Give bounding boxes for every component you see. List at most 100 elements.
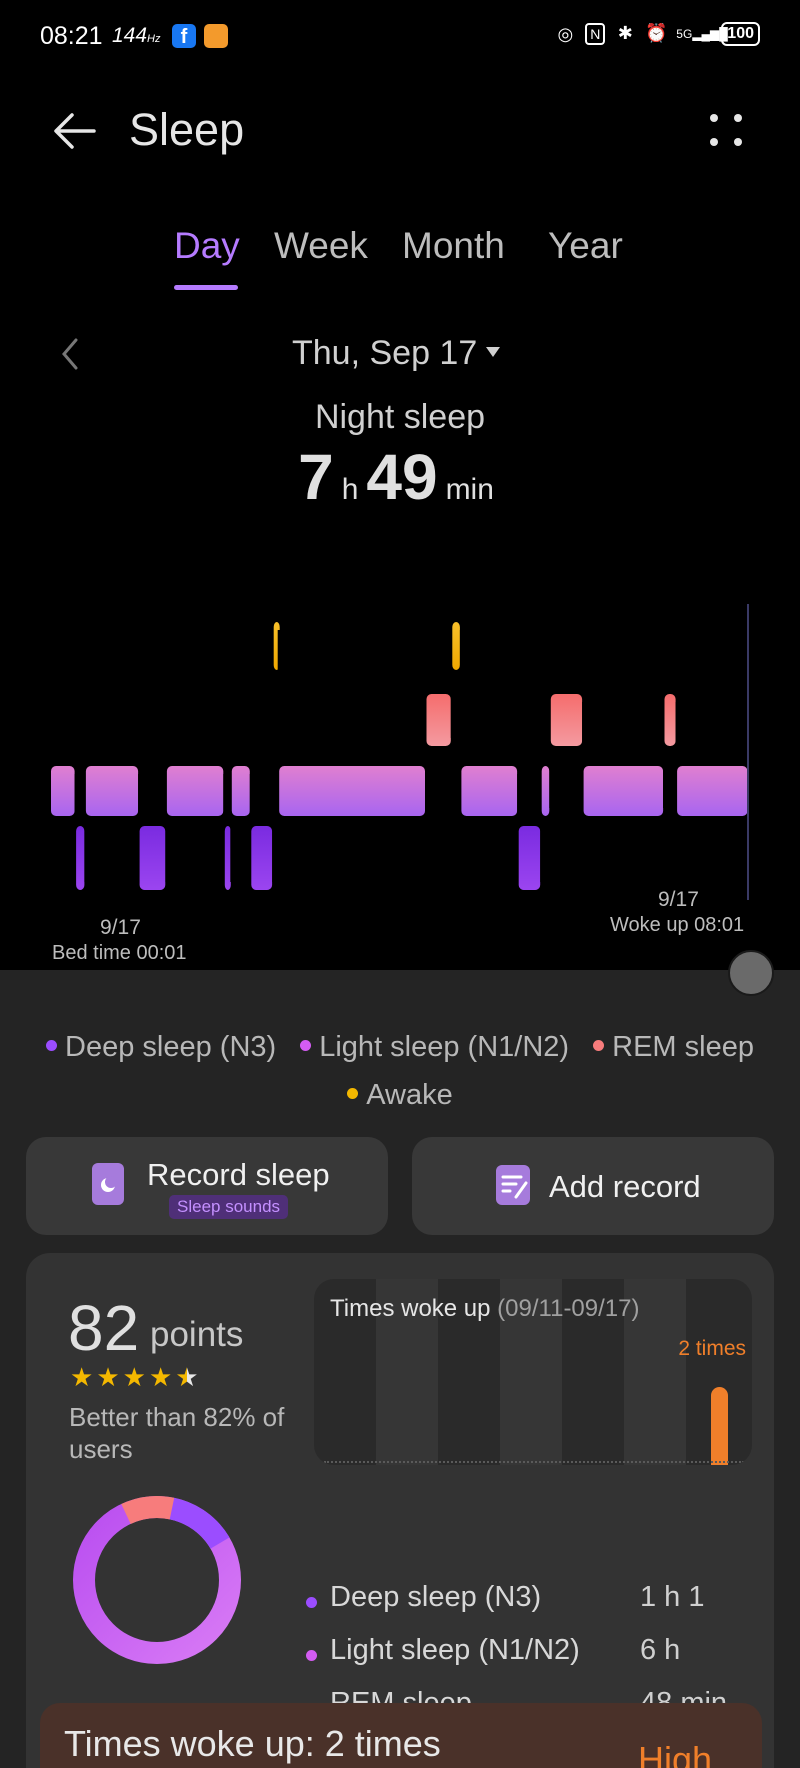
stage-row-light: Light sleep (N1/N2) 6 h	[306, 1634, 746, 1674]
period-tabs: Day Week Month Year	[0, 225, 800, 295]
times-woke-up-banner[interactable]: Times woke up: 2 times High	[40, 1703, 762, 1768]
tab-month[interactable]: Month	[402, 225, 505, 267]
caret-down-icon[interactable]	[486, 347, 500, 357]
bed-date: 9/17	[100, 916, 141, 939]
legend-light: Light sleep (N1/N2)	[300, 1023, 569, 1071]
times-woke-up-title: Times woke up (09/11-09/17)	[330, 1295, 640, 1322]
moon-phone-icon	[92, 1163, 124, 1205]
app-bar: Sleep	[0, 90, 800, 170]
duration-hours-unit: h	[341, 473, 359, 506]
facebook-notification-icon: f	[172, 24, 196, 48]
segment-light	[461, 766, 518, 816]
segment-light	[231, 766, 250, 816]
times-woke-up-value: 2 times	[678, 1337, 746, 1360]
chart-scrubber-handle[interactable]	[728, 950, 774, 996]
back-arrow-icon[interactable]	[50, 106, 100, 156]
half-star-icon: ★	[175, 1363, 199, 1393]
legend-deep: Deep sleep (N3)	[46, 1023, 276, 1071]
deep-sleep-value: 1 h 1	[640, 1581, 705, 1613]
times-woke-up-bar	[711, 1387, 728, 1465]
sleep-stage-chart[interactable]: 9/17 Bed time 00:01 9/17 Woke up 08:01	[0, 600, 800, 970]
wake-time: Woke up 08:01	[610, 914, 745, 936]
deep-dot-icon	[46, 1039, 58, 1051]
status-icons: ◎ N ✱ ⏰ 5G▂▄▆█ 100	[554, 22, 760, 46]
hypnogram-svg	[51, 604, 749, 900]
star-icon: ★	[70, 1363, 94, 1393]
alarm-icon: ⏰	[645, 23, 668, 44]
add-record-label: Add record	[549, 1169, 701, 1204]
date-selector: Thu, Sep 17	[0, 330, 800, 380]
deep-dot-icon	[306, 1597, 317, 1608]
edit-note-icon	[496, 1165, 530, 1205]
light-dot-icon	[306, 1650, 317, 1661]
sleep-type-label: Night sleep	[314, 398, 486, 436]
awake-dot-icon	[347, 1087, 359, 1099]
segment-rem	[426, 694, 451, 746]
nfc-icon: N	[585, 23, 606, 45]
segment-deep	[139, 826, 166, 890]
refresh-rate: 144Hz	[112, 24, 161, 47]
wake-date: 9/17	[658, 888, 699, 911]
segment-light	[85, 766, 139, 816]
legend-rem: REM sleep	[593, 1023, 754, 1071]
record-sleep-button[interactable]: Record sleep Sleep sounds	[26, 1137, 388, 1235]
segment-deep	[251, 826, 273, 890]
score-value: 82	[68, 1292, 140, 1364]
segment-light	[279, 766, 425, 816]
add-record-button[interactable]: Add record	[412, 1137, 774, 1235]
score-stars: ★ ★ ★ ★ ★	[70, 1363, 199, 1393]
tab-day[interactable]: Day	[174, 225, 240, 267]
light-dot-icon	[300, 1039, 312, 1051]
segment-light	[583, 766, 664, 816]
segment-light	[166, 766, 224, 816]
status-bar: 08:21 144Hz f ◎ N ✱ ⏰ 5G▂▄▆█ 100	[0, 0, 800, 76]
duration-minutes: 49	[366, 441, 438, 513]
score-comparison: Better than 82% of users	[69, 1402, 285, 1464]
segment-rem	[550, 694, 583, 746]
previous-day-icon[interactable]	[58, 336, 82, 372]
stage-row-deep: Deep sleep (N3) 1 h 1	[306, 1581, 746, 1621]
status-time: 08:21	[40, 22, 103, 50]
segment-rem	[664, 694, 676, 746]
tab-week[interactable]: Week	[274, 225, 368, 267]
record-sleep-label: Record sleep	[147, 1157, 330, 1192]
stage-legend: Deep sleep (N3) Light sleep (N1/N2) REM …	[0, 1023, 800, 1119]
star-icon: ★	[148, 1363, 173, 1393]
segment-deep	[518, 826, 541, 890]
segment-light	[677, 766, 748, 816]
segment-awake	[452, 622, 460, 670]
score-unit: points	[150, 1315, 244, 1354]
sleep-duration: 7 h 49 min	[0, 440, 800, 514]
more-options-icon[interactable]	[708, 112, 748, 152]
sleep-score-card: 82 points ★ ★ ★ ★ ★ Better than 82% of u…	[26, 1253, 774, 1768]
page-title: Sleep	[129, 104, 245, 155]
donut-rem-segment	[121, 1496, 175, 1525]
times-woke-up-level: High	[637, 1739, 712, 1768]
light-sleep-value: 6 h	[640, 1634, 681, 1666]
active-tab-indicator	[174, 285, 238, 290]
duration-minutes-unit: min	[445, 473, 494, 506]
star-icon: ★	[122, 1363, 146, 1393]
duration-hours: 7	[298, 441, 334, 513]
chart-baseline	[324, 1461, 744, 1463]
rem-dot-icon	[593, 1039, 605, 1051]
segment-deep	[76, 826, 85, 890]
segment-light	[51, 766, 75, 816]
bluetooth-icon: ✱	[617, 23, 633, 44]
tab-year[interactable]: Year	[548, 225, 623, 267]
battery-icon: 100	[721, 22, 760, 46]
bed-time: Bed time 00:01	[52, 942, 187, 964]
stage-donut-chart	[73, 1496, 241, 1664]
app-notification-icon	[204, 24, 228, 48]
star-icon: ★	[96, 1363, 120, 1393]
segment-light	[541, 766, 550, 816]
donut-deep-segment	[169, 1497, 230, 1549]
segment-deep	[224, 826, 231, 890]
date-label[interactable]: Thu, Sep 17	[292, 334, 477, 373]
hotspot-icon: ◎	[557, 24, 574, 44]
signal-icon: 5G▂▄▆█	[676, 27, 728, 41]
legend-awake: Awake	[347, 1071, 453, 1119]
times-woke-up-summary: Times woke up: 2 times	[64, 1723, 441, 1764]
sleep-sounds-badge[interactable]: Sleep sounds	[169, 1195, 289, 1219]
times-woke-up-chart[interactable]: Times woke up (09/11-09/17) 2 times	[314, 1279, 752, 1465]
